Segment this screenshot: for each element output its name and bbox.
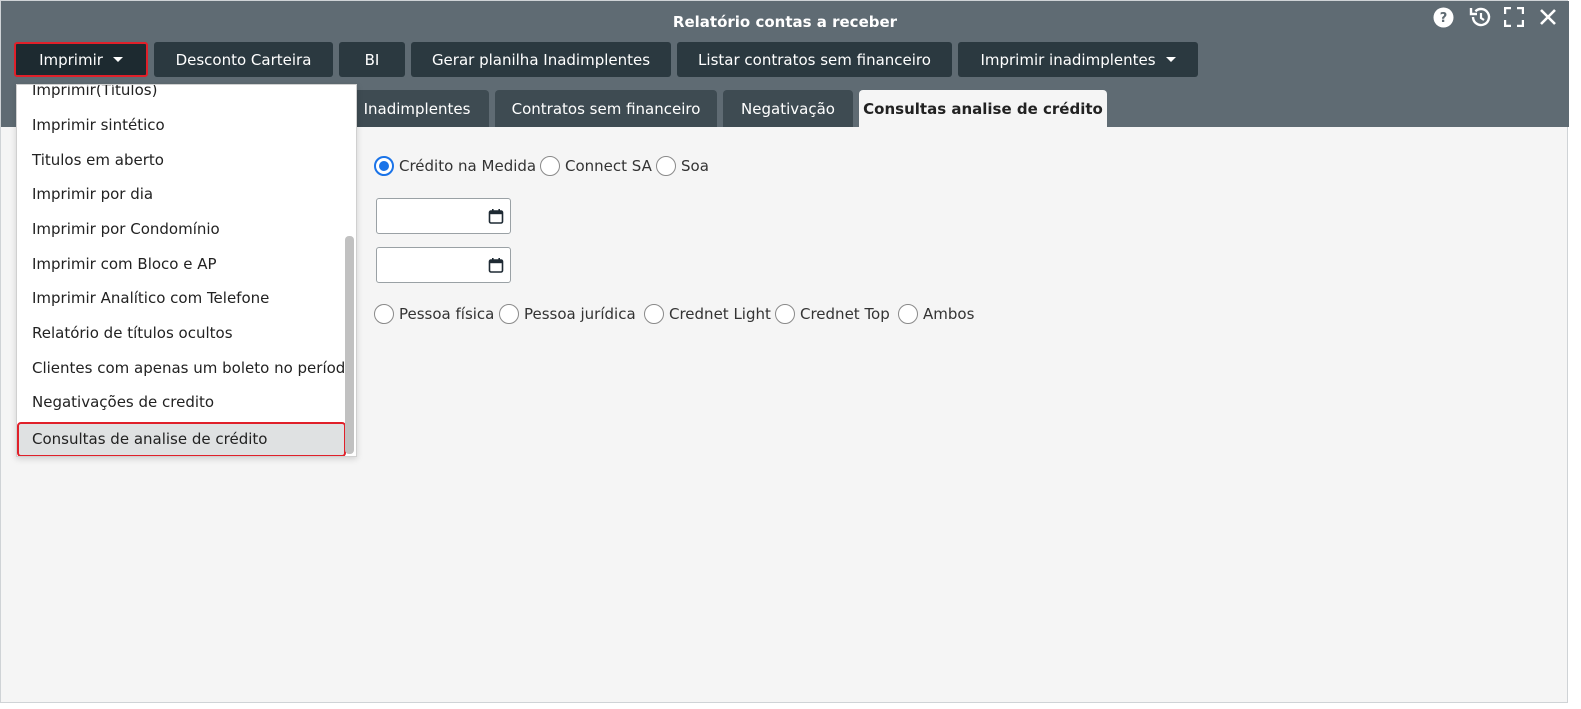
close-icon[interactable] — [1538, 5, 1558, 29]
menu-item-imprimir-por-condominio[interactable]: Imprimir por Condomínio — [32, 220, 220, 238]
caret-down-icon — [1165, 57, 1176, 62]
menu-item-imprimir-titulos[interactable]: Imprimir(Títulos) — [32, 85, 157, 99]
tab-negativacao[interactable]: Negativação — [723, 90, 853, 127]
radio-crednet-light[interactable]: Crednet Light — [644, 304, 771, 324]
history-icon[interactable] — [1467, 5, 1493, 29]
menu-item-imprimir-por-dia[interactable]: Imprimir por dia — [32, 185, 153, 203]
calendar-icon[interactable] — [488, 257, 504, 273]
bi-button[interactable]: BI — [339, 42, 405, 77]
caret-down-icon — [112, 57, 123, 62]
date-start-field[interactable] — [376, 198, 511, 234]
tab-label: Negativação — [741, 99, 835, 118]
radio-label: Ambos — [923, 305, 975, 323]
radio-circle — [775, 304, 795, 324]
radio-label: Pessoa jurídica — [524, 305, 636, 323]
radio-label: Crednet Top — [800, 305, 890, 323]
report-window: Relatório contas a receber ? Imprimir De… — [0, 0, 1569, 703]
radio-credito-na-medida[interactable]: Crédito na Medida — [374, 156, 536, 176]
radio-label: Crednet Light — [669, 305, 771, 323]
menu-item-imprimir-analitico-telefone[interactable]: Imprimir Analítico com Telefone — [32, 289, 269, 307]
toolbar: Imprimir Desconto Carteira BI Gerar plan… — [14, 42, 1198, 77]
menu-item-consultas-analise-credito[interactable]: Consultas de analise de crédito — [17, 422, 346, 456]
menu-item-relatorio-titulos-ocultos[interactable]: Relatório de títulos ocultos — [32, 324, 233, 342]
radio-label: Pessoa física — [399, 305, 495, 323]
tab-label: Inadimplentes — [363, 99, 471, 118]
menu-item-negativacoes-credito[interactable]: Negativações de credito — [32, 393, 214, 411]
menu-item-imprimir-sintetico[interactable]: Imprimir sintético — [32, 116, 165, 134]
help-icon[interactable]: ? — [1432, 5, 1454, 29]
listar-contratos-label: Listar contratos sem financeiro — [698, 50, 931, 69]
radio-pessoa-fisica[interactable]: Pessoa física — [374, 304, 494, 324]
radio-ambos[interactable]: Ambos — [898, 304, 974, 324]
radio-circle — [656, 156, 676, 176]
imprimir-inadimplentes-button[interactable]: Imprimir inadimplentes — [958, 42, 1198, 77]
date-end-field[interactable] — [376, 247, 511, 283]
fullscreen-icon[interactable] — [1503, 5, 1525, 29]
radio-circle — [374, 156, 394, 176]
menu-item-clientes-um-boleto[interactable]: Clientes com apenas um boleto no período — [32, 359, 355, 377]
radio-circle — [644, 304, 664, 324]
menu-item-imprimir-bloco-ap[interactable]: Imprimir com Bloco e AP — [32, 255, 217, 273]
tab-inadimplentes[interactable]: Inadimplentes — [345, 90, 489, 127]
date-end-input[interactable] — [377, 248, 477, 282]
dropdown-scrollbar[interactable] — [345, 236, 354, 454]
radio-circle — [540, 156, 560, 176]
radio-circle — [374, 304, 394, 324]
imprimir-button-label: Imprimir — [39, 50, 103, 69]
radio-label: Soa — [681, 157, 709, 175]
desconto-carteira-label: Desconto Carteira — [175, 50, 312, 69]
svg-text:?: ? — [1439, 11, 1447, 26]
gerar-planilha-button[interactable]: Gerar planilha Inadimplentes — [411, 42, 671, 77]
calendar-icon[interactable] — [488, 208, 504, 224]
radio-circle — [898, 304, 918, 324]
imprimir-dropdown-menu: Imprimir(Títulos) Imprimir sintético Tit… — [16, 84, 357, 457]
window-title: Relatório contas a receber — [672, 13, 898, 31]
bi-label: BI — [364, 50, 380, 69]
radio-crednet-top[interactable]: Crednet Top — [775, 304, 890, 324]
menu-item-titulos-em-aberto[interactable]: Titulos em aberto — [32, 151, 164, 169]
radio-pessoa-juridica[interactable]: Pessoa jurídica — [499, 304, 636, 324]
gerar-planilha-label: Gerar planilha Inadimplentes — [431, 50, 651, 69]
radio-connect-sa[interactable]: Connect SA — [540, 156, 652, 176]
radio-circle — [499, 304, 519, 324]
tab-contratos-sem-financeiro[interactable]: Contratos sem financeiro — [495, 90, 717, 127]
radio-label: Crédito na Medida — [399, 157, 537, 175]
radio-soa[interactable]: Soa — [656, 156, 709, 176]
imprimir-button[interactable]: Imprimir — [14, 42, 148, 77]
imprimir-inadimplentes-label: Imprimir inadimplentes — [980, 50, 1156, 69]
listar-contratos-button[interactable]: Listar contratos sem financeiro — [677, 42, 952, 77]
desconto-carteira-button[interactable]: Desconto Carteira — [154, 42, 333, 77]
radio-label: Connect SA — [565, 157, 652, 175]
date-start-input[interactable] — [377, 199, 477, 233]
tab-label: Consultas analise de crédito — [863, 99, 1103, 118]
tab-consultas-analise-credito[interactable]: Consultas analise de crédito — [859, 90, 1107, 127]
menu-item-label: Consultas de analise de crédito — [32, 430, 268, 448]
tab-label: Contratos sem financeiro — [511, 99, 701, 118]
